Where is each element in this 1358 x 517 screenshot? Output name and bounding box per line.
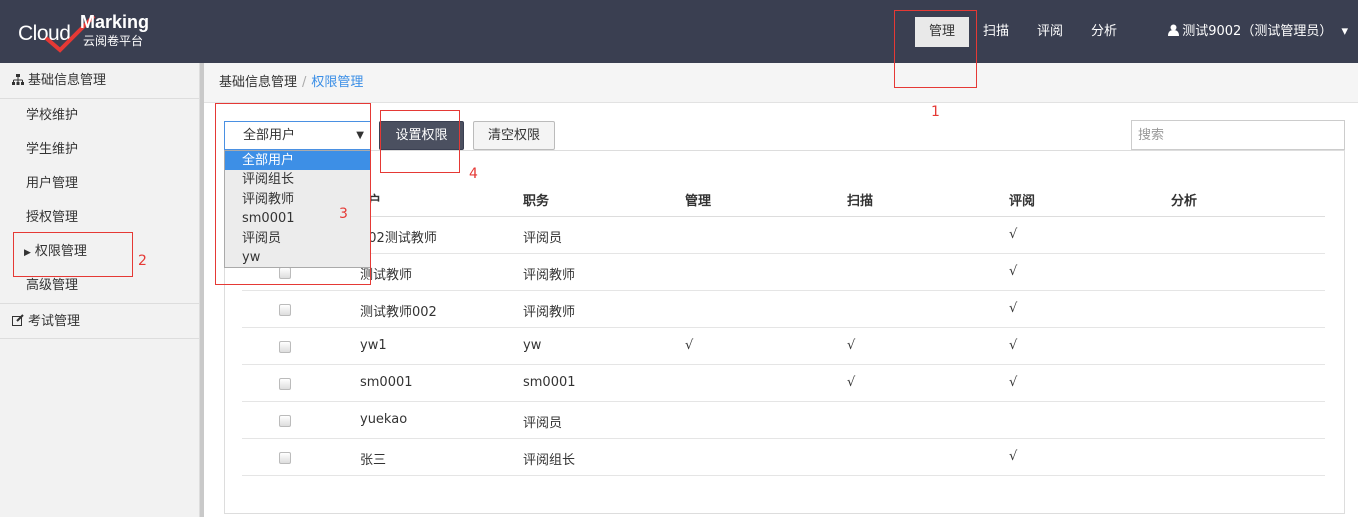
row-checkbox[interactable] [279,452,291,464]
col-scan: 扫描 [847,194,874,209]
breadcrumb-separator: / [302,75,307,90]
logo-marking-text: Marking [80,12,150,32]
table-row: 002测试教师 评阅员 √ [242,217,1325,254]
table-row: yw1 yw √ √ √ [242,328,1325,365]
cell-manage: √ [685,338,694,353]
row-checkbox[interactable] [279,341,291,353]
cell-review: √ [1009,338,1018,353]
logo-subtitle: 云阅卷平台 [83,34,144,48]
annotation-number-1: 1 [931,104,940,120]
sidebar-item-school[interactable]: 学校维护 [0,99,199,133]
annotation-box-1 [894,10,977,88]
sidebar-item-user[interactable]: 用户管理 [0,167,199,201]
cell-role: 评阅组长 [523,453,576,468]
cell-review: √ [1009,301,1018,316]
sidebar-group-exam[interactable]: 考试管理 [0,303,199,339]
user-menu[interactable]: 测试9002（测试管理员） ▾ [1168,0,1348,63]
cell-role: 评阅教师 [523,305,576,320]
user-icon [1168,24,1180,36]
col-analysis: 分析 [1171,194,1198,209]
clear-permission-button[interactable]: 清空权限 [473,121,555,150]
cell-user: yuekao [360,412,408,427]
table-row: 测试教师 评阅教师 √ [242,254,1325,291]
col-review: 评阅 [1009,194,1036,209]
table-row: 测试教师002 评阅教师 √ [242,291,1325,328]
sidebar-divider [200,63,204,517]
sidebar-group-label: 基础信息管理 [28,73,107,88]
breadcrumb-root[interactable]: 基础信息管理 [219,75,297,90]
user-name: 测试9002（测试管理员） [1182,24,1333,39]
annotation-number-4: 4 [469,166,478,182]
annotation-number-3: 3 [339,206,348,222]
cell-review: √ [1009,375,1018,390]
cell-role: yw [523,338,542,353]
cell-scan: √ [847,338,856,353]
annotation-box-4 [380,110,460,173]
cell-role: 评阅教师 [523,268,576,283]
cell-review: √ [1009,264,1018,279]
cell-role: 评阅员 [523,231,563,246]
cell-role: 评阅员 [523,416,563,431]
sitemap-icon [12,74,24,85]
edit-icon [12,314,24,326]
cell-role: sm0001 [523,375,576,390]
chevron-down-icon: ▾ [1341,24,1348,39]
table-row: sm0001 sm0001 √ √ [242,365,1325,402]
sidebar-item-authorization[interactable]: 授权管理 [0,201,199,235]
cell-user: 张三 [360,453,387,468]
nav-scan[interactable]: 扫描 [969,17,1023,47]
breadcrumb-current: 权限管理 [311,75,364,90]
col-manage: 管理 [685,194,712,209]
sidebar-group-basic-info[interactable]: 基础信息管理 [0,63,199,99]
annotation-box-2 [13,232,133,277]
cell-review: √ [1009,449,1018,464]
breadcrumb: 基础信息管理 / 权限管理 [204,63,1358,103]
cell-user: sm0001 [360,375,413,390]
cell-user: yw1 [360,338,387,353]
annotation-number-2: 2 [138,253,147,269]
nav-review[interactable]: 评阅 [1023,17,1077,47]
table-row: 张三 评阅组长 √ [242,439,1325,476]
table-row: yuekao 评阅员 [242,402,1325,439]
sidebar-item-student[interactable]: 学生维护 [0,133,199,167]
top-navbar: Cloud Marking 云阅卷平台 管理 扫描 评阅 分析 测试9002（测… [0,0,1358,63]
row-checkbox[interactable] [279,378,291,390]
sidebar: 基础信息管理 学校维护 学生维护 用户管理 授权管理 ▶ 权限管理 高级管理 考试… [0,63,200,517]
cell-scan: √ [847,375,856,390]
row-checkbox[interactable] [279,304,291,316]
nav-analysis[interactable]: 分析 [1077,17,1131,47]
cell-review: √ [1009,227,1018,242]
app-logo[interactable]: Cloud Marking 云阅卷平台 [18,10,168,54]
cell-user: 测试教师002 [360,305,437,320]
row-checkbox[interactable] [279,415,291,427]
annotation-box-3 [215,103,371,285]
sidebar-group-label: 考试管理 [28,314,81,329]
cell-user: 002测试教师 [360,231,437,246]
table-header: 户 职务 管理 扫描 评阅 分析 [242,180,1325,217]
col-role: 职务 [523,194,550,209]
search-input[interactable] [1131,120,1345,150]
